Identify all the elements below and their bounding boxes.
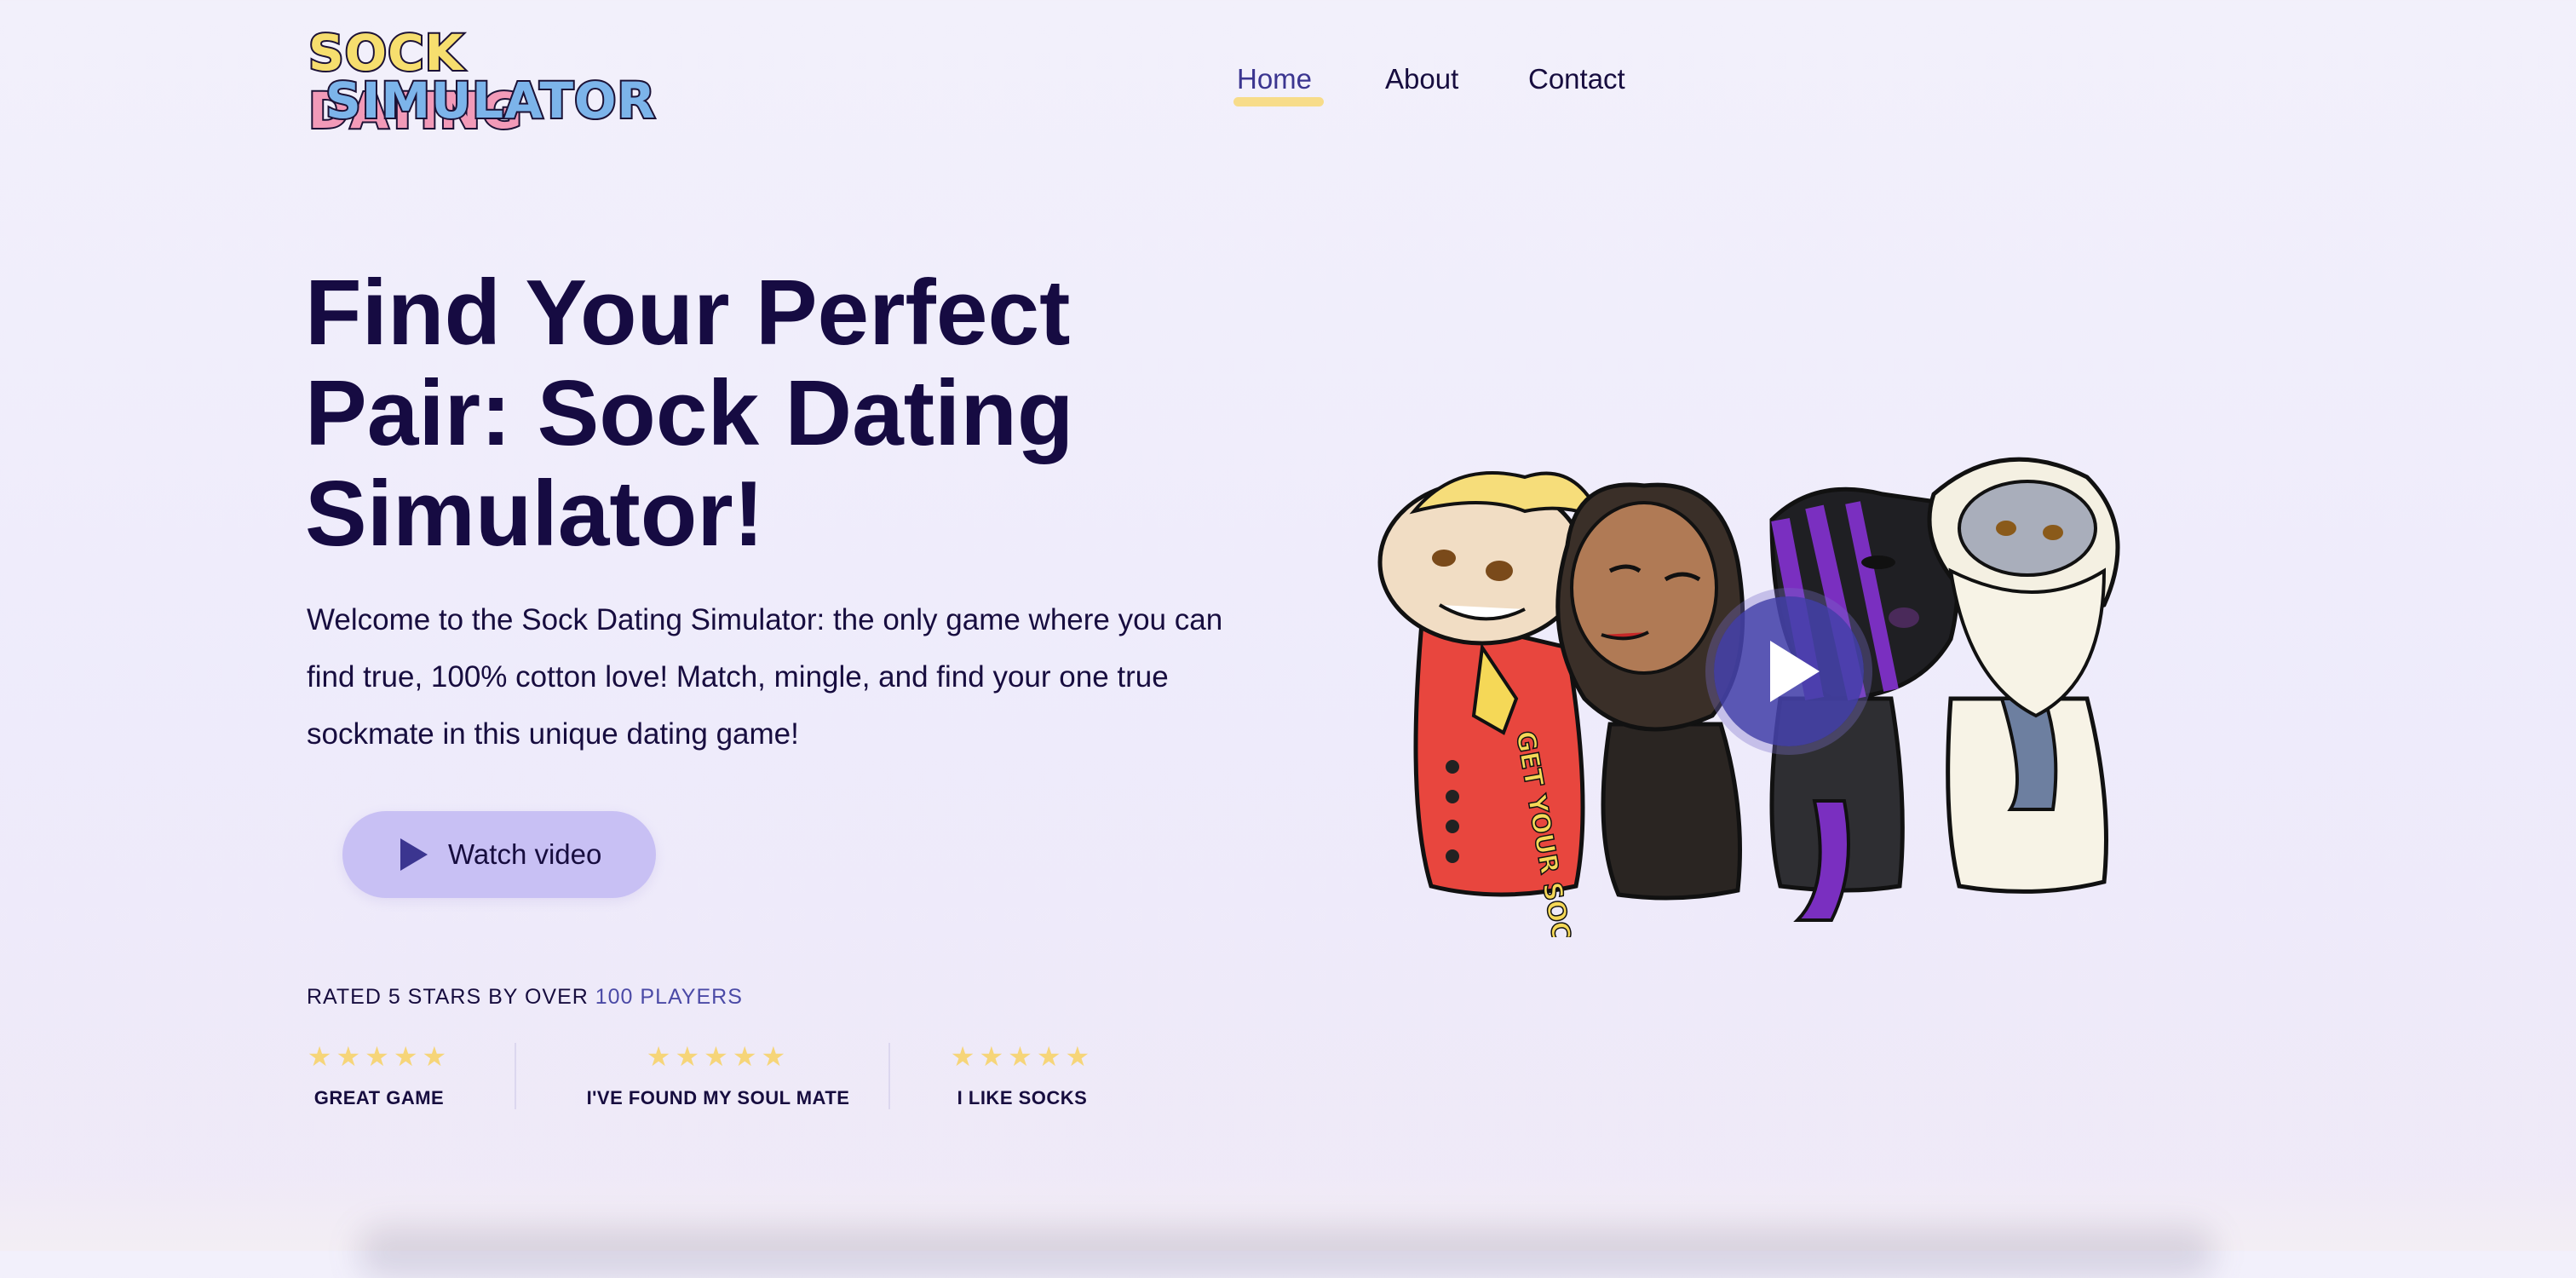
play-icon (1770, 641, 1820, 702)
dark-haired-sock-character (1555, 482, 1745, 901)
review-item: ★★★★★ GREAT GAME (307, 1041, 451, 1109)
video-play-button[interactable] (1714, 596, 1864, 746)
nav-contact-link[interactable]: Contact (1528, 63, 1625, 95)
review-label: GREAT GAME (313, 1087, 445, 1108)
rating-summary-count: 100 PLAYERS (595, 985, 743, 1009)
star-rating-icon: ★★★★★ (646, 1041, 791, 1072)
bearded-sock-character (1927, 457, 2120, 894)
review-label: I'VE FOUND MY SOUL MATE (586, 1087, 850, 1108)
review-divider (515, 1043, 516, 1109)
star-rating-icon: ★★★★★ (950, 1041, 1095, 1072)
nav-active-underline (1233, 97, 1324, 106)
review-item: ★★★★★ I'VE FOUND MY SOUL MATE (578, 1041, 859, 1109)
hero-description: Welcome to the Sock Dating Simulator: th… (307, 603, 1223, 751)
nav-home-link[interactable]: Home (1237, 63, 1312, 95)
watch-video-label: Watch video (448, 838, 602, 870)
rating-summary-prefix: RATED 5 STARS BY OVER (307, 985, 595, 1009)
star-rating-icon: ★★★★★ (307, 1041, 451, 1072)
review-label: I LIKE SOCKS (957, 1087, 1088, 1108)
rating-summary: RATED 5 STARS BY OVER 100 PLAYERS (307, 985, 743, 1010)
review-list: ★★★★★ GREAT GAME ★★★★★ I'VE FOUND MY SOU… (307, 1041, 1124, 1109)
hero-title: Find Your Perfect Pair: Sock Dating Simu… (305, 261, 1074, 566)
play-icon (400, 838, 428, 871)
nav-about-link[interactable]: About (1385, 63, 1458, 95)
logo[interactable]: SOCK DATING SIMULATOR (303, 22, 657, 141)
watch-video-button[interactable]: Watch video (342, 811, 656, 898)
logo-word-simulator: SIMULATOR (324, 70, 657, 131)
review-divider (888, 1043, 890, 1109)
review-item: ★★★★★ I LIKE SOCKS (950, 1041, 1095, 1109)
next-section-shadow (358, 1227, 2215, 1278)
